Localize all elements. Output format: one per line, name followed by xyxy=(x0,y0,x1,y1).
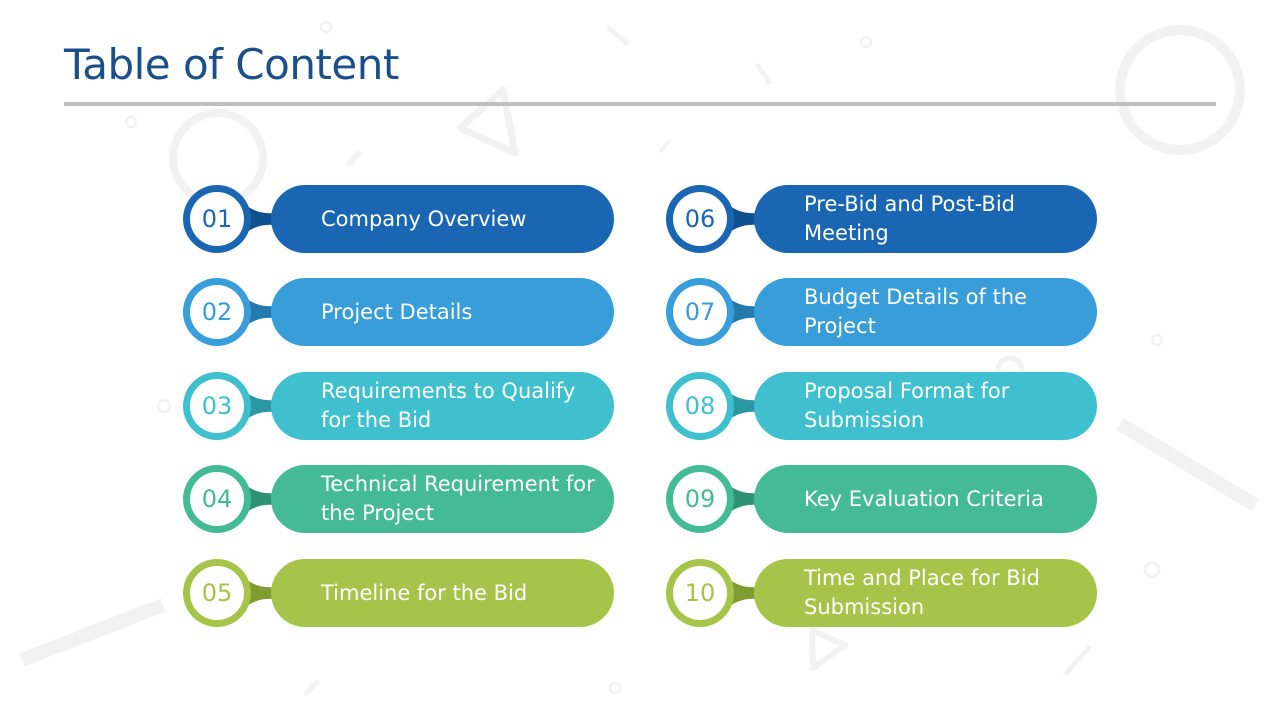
deco-triangle-top xyxy=(456,86,519,157)
item-number: 05 xyxy=(201,579,233,607)
toc-item[interactable]: 05 Timeline for the Bid xyxy=(183,559,615,627)
item-number: 03 xyxy=(201,392,233,420)
item-label-text: Requirements to Qualify for the Bid xyxy=(321,379,576,432)
item-number: 04 xyxy=(201,485,233,513)
item-label: Timeline for the Bid xyxy=(321,559,601,627)
toc-item[interactable]: 04 Technical Requirement for the Project xyxy=(183,465,615,533)
item-label-text: Time and Place for Bid Submission xyxy=(804,566,1040,619)
item-label: Pre-Bid and Post-Bid Meeting xyxy=(804,185,1084,253)
toc-item[interactable]: 03 Requirements to Qualify for the Bid xyxy=(183,372,615,440)
title-divider xyxy=(64,102,1216,106)
deco-dot-ring xyxy=(124,115,138,129)
deco-ring-large-right xyxy=(1115,25,1245,155)
item-number: 07 xyxy=(684,298,716,326)
toc-item[interactable]: 07 Budget Details of the Project xyxy=(666,278,1098,346)
deco-line xyxy=(19,598,166,667)
item-label-text: Proposal Format for Submission xyxy=(804,379,1010,432)
item-label-text: Budget Details of the Project xyxy=(804,285,1028,338)
item-label-text: Key Evaluation Criteria xyxy=(804,486,1044,511)
item-label: Time and Place for Bid Submission xyxy=(804,559,1084,627)
item-number: 06 xyxy=(684,205,716,233)
item-number: 02 xyxy=(201,298,233,326)
deco-line xyxy=(346,150,362,167)
item-label-text: Technical Requirement for the Project xyxy=(321,472,595,525)
deco-dot-ring xyxy=(1143,561,1161,579)
deco-line xyxy=(754,62,773,86)
toc-item[interactable]: 09 Key Evaluation Criteria xyxy=(666,465,1098,533)
deco-dot-ring xyxy=(608,681,622,695)
item-number: 10 xyxy=(684,579,716,607)
item-label-text: Company Overview xyxy=(321,206,527,231)
deco-line xyxy=(1116,417,1259,512)
deco-line xyxy=(606,26,630,46)
item-label: Budget Details of the Project xyxy=(804,278,1084,346)
item-number: 08 xyxy=(684,392,716,420)
item-number: 01 xyxy=(201,205,233,233)
item-label: Project Details xyxy=(321,278,601,346)
toc-item[interactable]: 08 Proposal Format for Submission xyxy=(666,372,1098,440)
toc-item[interactable]: 01 Company Overview xyxy=(183,185,615,253)
deco-dot-ring xyxy=(1150,333,1164,347)
item-label: Key Evaluation Criteria xyxy=(804,465,1084,533)
deco-dot-ring xyxy=(156,398,172,414)
item-label-text: Project Details xyxy=(321,299,473,324)
toc-item[interactable]: 06 Pre-Bid and Post-Bid Meeting xyxy=(666,185,1098,253)
page-title: Table of Content xyxy=(64,40,399,89)
item-label: Technical Requirement for the Project xyxy=(321,465,601,533)
deco-line xyxy=(1063,644,1092,677)
item-number: 09 xyxy=(684,485,716,513)
item-label-text: Timeline for the Bid xyxy=(321,580,528,605)
deco-dot-ring xyxy=(319,20,333,34)
deco-line xyxy=(658,138,672,154)
item-label-text: Pre-Bid and Post-Bid Meeting xyxy=(804,192,1015,245)
deco-line xyxy=(303,679,320,697)
item-label: Proposal Format for Submission xyxy=(804,372,1084,440)
toc-item[interactable]: 02 Project Details xyxy=(183,278,615,346)
deco-dot-ring xyxy=(859,35,873,49)
item-label: Company Overview xyxy=(321,185,601,253)
item-label: Requirements to Qualify for the Bid xyxy=(321,372,601,440)
toc-item[interactable]: 10 Time and Place for Bid Submission xyxy=(666,559,1098,627)
deco-triangle-bottom xyxy=(809,627,848,671)
